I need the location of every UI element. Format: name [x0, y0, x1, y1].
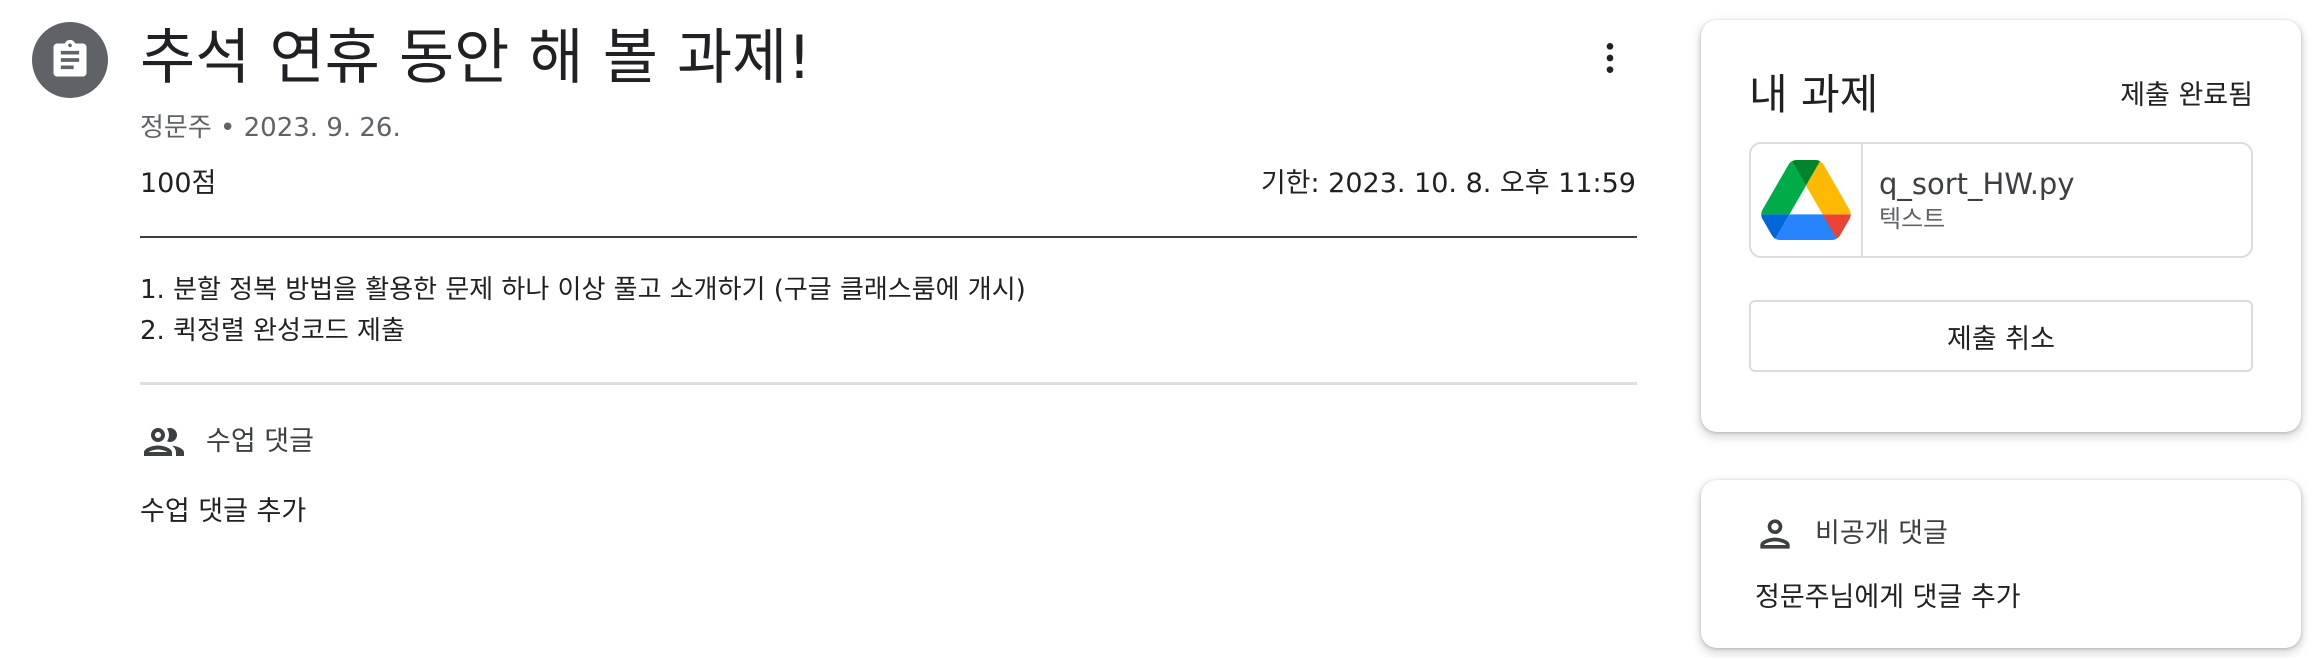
- instruction-line: 1. 분할 정복 방법을 활용한 문제 하나 이상 풀고 소개하기 (구글 클래…: [140, 275, 1026, 305]
- google-drive-icon: [1761, 160, 1851, 240]
- class-comments-header: 수업 댓글: [140, 418, 314, 466]
- assignment-meta: 정문주 • 2023. 9. 26.: [140, 113, 401, 143]
- person-icon: [1760, 519, 1790, 549]
- unsubmit-label: 제출 취소: [1947, 323, 2055, 355]
- people-icon: [144, 428, 184, 456]
- your-work-card: 내 과제 제출 완료됨 q_sort_HW.py 텍스트 제출 취소: [1701, 20, 2301, 432]
- private-comments-card: 비공개 댓글 정문주님에게 댓글 추가: [1701, 480, 2301, 648]
- private-comments-header: 비공개 댓글: [1753, 512, 1948, 556]
- attachment-card[interactable]: q_sort_HW.py 텍스트: [1749, 142, 2253, 258]
- private-comments-label: 비공개 댓글: [1815, 518, 1948, 549]
- assignment-title: 추석 연휴 동안 해 볼 과제!: [140, 23, 812, 93]
- attachment-thumbnail: [1751, 144, 1863, 256]
- instruction-line: 2. 퀵정렬 완성코드 제출: [140, 316, 405, 346]
- assignment-instructions: 1. 분할 정복 방법을 활용한 문제 하나 이상 풀고 소개하기 (구글 클래…: [140, 270, 1026, 352]
- header-divider: [140, 236, 1637, 238]
- add-private-comment-link[interactable]: 정문주님에게 댓글 추가: [1755, 580, 2021, 616]
- assignment-page: 추석 연휴 동안 해 볼 과제! 정문주 • 2023. 9. 26. 100점…: [0, 0, 2324, 658]
- submission-status: 제출 완료됨: [2120, 80, 2253, 111]
- comments-divider: [140, 382, 1637, 385]
- assignment-due-date: 기한: 2023. 10. 8. 오후 11:59: [1260, 168, 1636, 199]
- attachment-type: 텍스트: [1879, 205, 1946, 233]
- more-options-button[interactable]: [1586, 34, 1634, 82]
- add-class-comment-link[interactable]: 수업 댓글 추가: [140, 494, 306, 530]
- attachment-info: q_sort_HW.py 텍스트: [1863, 144, 2075, 256]
- assignment-icon: [32, 22, 108, 98]
- attachment-name: q_sort_HW.py: [1879, 167, 2075, 201]
- your-work-title: 내 과제: [1749, 70, 1879, 119]
- more-vert-icon: [1606, 43, 1614, 73]
- unsubmit-button[interactable]: 제출 취소: [1749, 300, 2253, 372]
- class-comments-label: 수업 댓글: [206, 426, 314, 457]
- assignment-points: 100점: [140, 168, 217, 199]
